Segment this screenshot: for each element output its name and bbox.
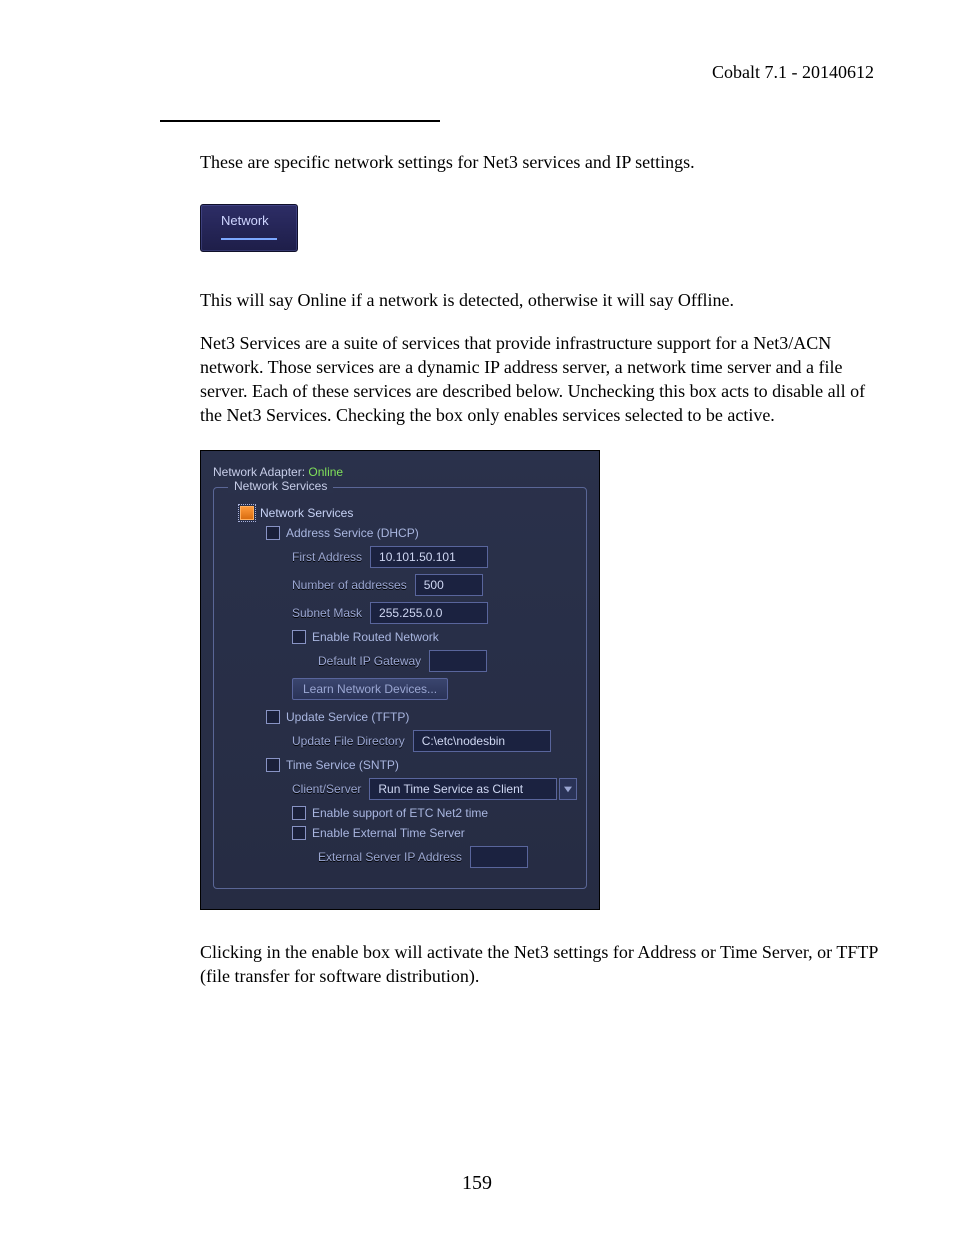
sntp-mode-value: Run Time Service as Client [369,778,557,800]
learn-devices-row: Learn Network Devices... [292,678,578,700]
routed-checkbox[interactable] [292,630,306,644]
sntp-label: Time Service (SNTP) [286,758,399,772]
sntp-net2-label: Enable support of ETC Net2 time [312,806,488,820]
sntp-mode-row: Client/Server Run Time Service as Client [292,778,578,800]
tftp-label: Update Service (TFTP) [286,710,409,724]
sntp-ext-ip-row: External Server IP Address [318,846,578,868]
gateway-row: Default IP Gateway [318,650,578,672]
sntp-ext-row[interactable]: Enable External Time Server [292,826,578,840]
gateway-label: Default IP Gateway [318,654,421,668]
sntp-row[interactable]: Time Service (SNTP) [266,758,578,772]
intro-paragraph-2: This will say Online if a network is det… [200,288,880,312]
page-number: 159 [0,1172,954,1195]
chevron-down-icon[interactable] [559,778,577,800]
section-rule [160,120,440,122]
fieldset-legend: Network Services [228,479,333,493]
network-button-underline [221,238,277,240]
sntp-ext-label: Enable External Time Server [312,826,465,840]
tftp-row[interactable]: Update Service (TFTP) [266,710,578,724]
dhcp-label: Address Service (DHCP) [286,526,419,540]
routed-label: Enable Routed Network [312,630,439,644]
sntp-ext-ip-label: External Server IP Address [318,850,462,864]
network-button-label: Network [221,213,277,228]
tftp-dir-row: Update File Directory C:\etc\nodesbin [292,730,578,752]
num-addresses-row: Number of addresses 500 [292,574,578,596]
learn-devices-button[interactable]: Learn Network Devices... [292,678,448,700]
sntp-checkbox[interactable] [266,758,280,772]
intro-paragraph-1: These are specific network settings for … [200,150,880,174]
subnet-mask-input[interactable]: 255.255.0.0 [370,602,488,624]
adapter-status-line: Network Adapter: Online [213,465,587,479]
header-version: Cobalt 7.1 - 20140612 [712,62,874,83]
dhcp-row[interactable]: Address Service (DHCP) [266,526,578,540]
sntp-net2-checkbox[interactable] [292,806,306,820]
first-address-input[interactable]: 10.101.50.101 [370,546,488,568]
sntp-ext-ip-input[interactable] [470,846,528,868]
sntp-mode-select[interactable]: Run Time Service as Client [369,778,577,800]
first-address-label: First Address [292,550,362,564]
sntp-net2-row[interactable]: Enable support of ETC Net2 time [292,806,578,820]
adapter-label: Network Adapter: [213,465,305,479]
network-services-checkbox[interactable] [240,506,254,520]
network-services-row[interactable]: Network Services [240,506,578,520]
num-addresses-label: Number of addresses [292,578,407,592]
dhcp-checkbox[interactable] [266,526,280,540]
network-services-label: Network Services [260,506,353,520]
tftp-dir-input[interactable]: C:\etc\nodesbin [413,730,551,752]
tftp-dir-label: Update File Directory [292,734,405,748]
intro-paragraph-4: Clicking in the enable box will activate… [200,940,880,989]
tftp-checkbox[interactable] [266,710,280,724]
network-services-fieldset: Network Services Network Services Addres… [213,487,587,889]
network-panel: Network Adapter: Online Network Services… [200,450,600,910]
sntp-ext-checkbox[interactable] [292,826,306,840]
first-address-row: First Address 10.101.50.101 [292,546,578,568]
subnet-mask-row: Subnet Mask 255.255.0.0 [292,602,578,624]
num-addresses-input[interactable]: 500 [415,574,483,596]
routed-row[interactable]: Enable Routed Network [292,630,578,644]
network-button[interactable]: Network [200,204,298,252]
sntp-mode-label: Client/Server [292,782,361,796]
adapter-status: Online [308,465,343,479]
intro-paragraph-3: Net3 Services are a suite of services th… [200,331,880,428]
subnet-mask-label: Subnet Mask [292,606,362,620]
gateway-input[interactable] [429,650,487,672]
